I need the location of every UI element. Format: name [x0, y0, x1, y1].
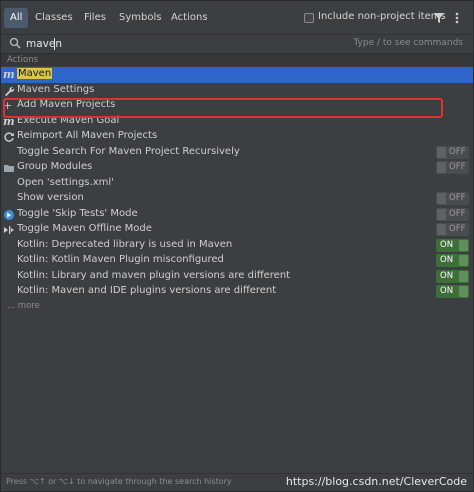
toggle-state: OFF [449, 193, 466, 203]
maven-icon: m [3, 68, 15, 81]
toggle-state: OFF [449, 146, 466, 157]
action-item-kotlin-kotlin-maven-plugin-misconfigured[interactable]: Kotlin: Kotlin Maven Plugin misconfigure… [1, 253, 473, 269]
action-label: Maven [17, 68, 53, 79]
toggle-switch[interactable]: OFF [436, 207, 469, 221]
include-non-project-checkbox[interactable] [304, 13, 314, 23]
action-label: Toggle Search For Maven Project Recursiv… [17, 145, 240, 157]
action-label: Group Modules [17, 161, 93, 172]
action-label: Toggle Maven Offline Mode [17, 223, 152, 234]
search-hint: Type / to see commands [353, 38, 463, 48]
text-caret [54, 38, 55, 50]
section-title: Actions [7, 55, 39, 65]
search-icon [9, 37, 21, 49]
action-label: Reimport All Maven Projects [17, 130, 158, 141]
include-non-project-label[interactable]: Include non-project items [318, 11, 446, 22]
action-item-kotlin-deprecated-library-is-used-in-maven[interactable]: Kotlin: Deprecated library is used in Ma… [1, 238, 473, 254]
watermark: https://blog.csdn.net/CleverCode [285, 475, 467, 488]
action-item-maven[interactable]: m Maven [1, 67, 473, 83]
navigation-hint: Press ⌥↑ or ⌥↓ to navigate through the s… [6, 477, 232, 486]
action-item-maven-settings[interactable]: Maven Settings [1, 83, 473, 99]
toggle-switch[interactable]: ON [436, 238, 469, 252]
toggle-switch[interactable]: OFF [436, 192, 469, 205]
toggle-switch[interactable]: OFF [436, 145, 469, 159]
tab-classes[interactable]: Classes [29, 8, 79, 28]
action-item-open-settings-xml[interactable]: Open 'settings.xml' [1, 176, 473, 192]
action-item-group-modules[interactable]: Group Modules OFF [1, 160, 473, 176]
match-highlight: Maven [17, 68, 53, 79]
action-item-kotlin-library-and-maven-plugin-versions-are-different[interactable]: Kotlin: Library and maven plugin version… [1, 269, 473, 285]
toggle-state: OFF [449, 224, 466, 234]
toggle-state: OFF [449, 162, 466, 172]
toggle-state: ON [440, 255, 454, 265]
annotation-highlight-box [3, 98, 443, 118]
action-label: Maven Settings [17, 83, 95, 95]
tab-all[interactable]: All [4, 8, 29, 28]
filter-icon[interactable] [433, 11, 445, 25]
action-label: Kotlin: Maven and IDE plugins versions a… [17, 285, 277, 296]
skip-tests-icon [3, 209, 15, 221]
toggle-state: ON [440, 286, 454, 296]
action-label: Toggle 'Skip Tests' Mode [17, 207, 138, 219]
search-input[interactable] [26, 35, 326, 53]
tab-bar: All Classes Files Symbols Actions Includ… [1, 1, 473, 35]
action-label: Show version [17, 192, 84, 203]
toggle-switch[interactable]: OFF [436, 223, 469, 236]
action-label: Open 'settings.xml' [17, 176, 114, 188]
more-results-link[interactable]: ... more [1, 300, 473, 314]
action-label: Kotlin: Library and maven plugin version… [17, 269, 291, 281]
tab-actions[interactable]: Actions [165, 8, 214, 28]
tab-symbols[interactable]: Symbols [113, 8, 167, 28]
more-label: ... more [7, 300, 40, 311]
search-everywhere-popup: All Classes Files Symbols Actions Includ… [0, 0, 474, 492]
more-options-icon[interactable] [453, 11, 461, 25]
action-item-show-version[interactable]: Show version OFF [1, 191, 473, 207]
action-item-toggle-search-for-maven-project-recursively[interactable]: Toggle Search For Maven Project Recursiv… [1, 145, 473, 161]
section-header-actions: Actions [1, 53, 473, 66]
toggle-state: OFF [449, 208, 466, 219]
action-item-toggle-maven-offline-mode[interactable]: Toggle Maven Offline Mode OFF [1, 222, 473, 238]
toggle-switch[interactable]: ON [436, 269, 469, 283]
action-label: Kotlin: Kotlin Maven Plugin misconfigure… [17, 254, 224, 265]
offline-icon [3, 224, 15, 236]
action-item-kotlin-maven-and-ide-plugins-versions-are-different[interactable]: Kotlin: Maven and IDE plugins versions a… [1, 284, 473, 300]
tab-files[interactable]: Files [78, 8, 112, 28]
action-label: Kotlin: Deprecated library is used in Ma… [17, 238, 233, 250]
wrench-icon [3, 85, 15, 97]
refresh-icon [3, 131, 15, 143]
toggle-switch[interactable]: ON [436, 254, 469, 267]
folder-icon [3, 162, 15, 174]
action-item-reimport-all-maven-projects[interactable]: Reimport All Maven Projects [1, 129, 473, 145]
toggle-state: ON [440, 270, 454, 281]
toggle-switch[interactable]: OFF [436, 161, 469, 174]
footer-bar: Press ⌥↑ or ⌥↓ to navigate through the s… [1, 473, 473, 491]
action-item-toggle-skip-tests-mode[interactable]: Toggle 'Skip Tests' Mode OFF [1, 207, 473, 223]
toggle-switch[interactable]: ON [436, 285, 469, 298]
search-bar: Type / to see commands [1, 35, 473, 53]
toggle-state: ON [440, 239, 454, 250]
